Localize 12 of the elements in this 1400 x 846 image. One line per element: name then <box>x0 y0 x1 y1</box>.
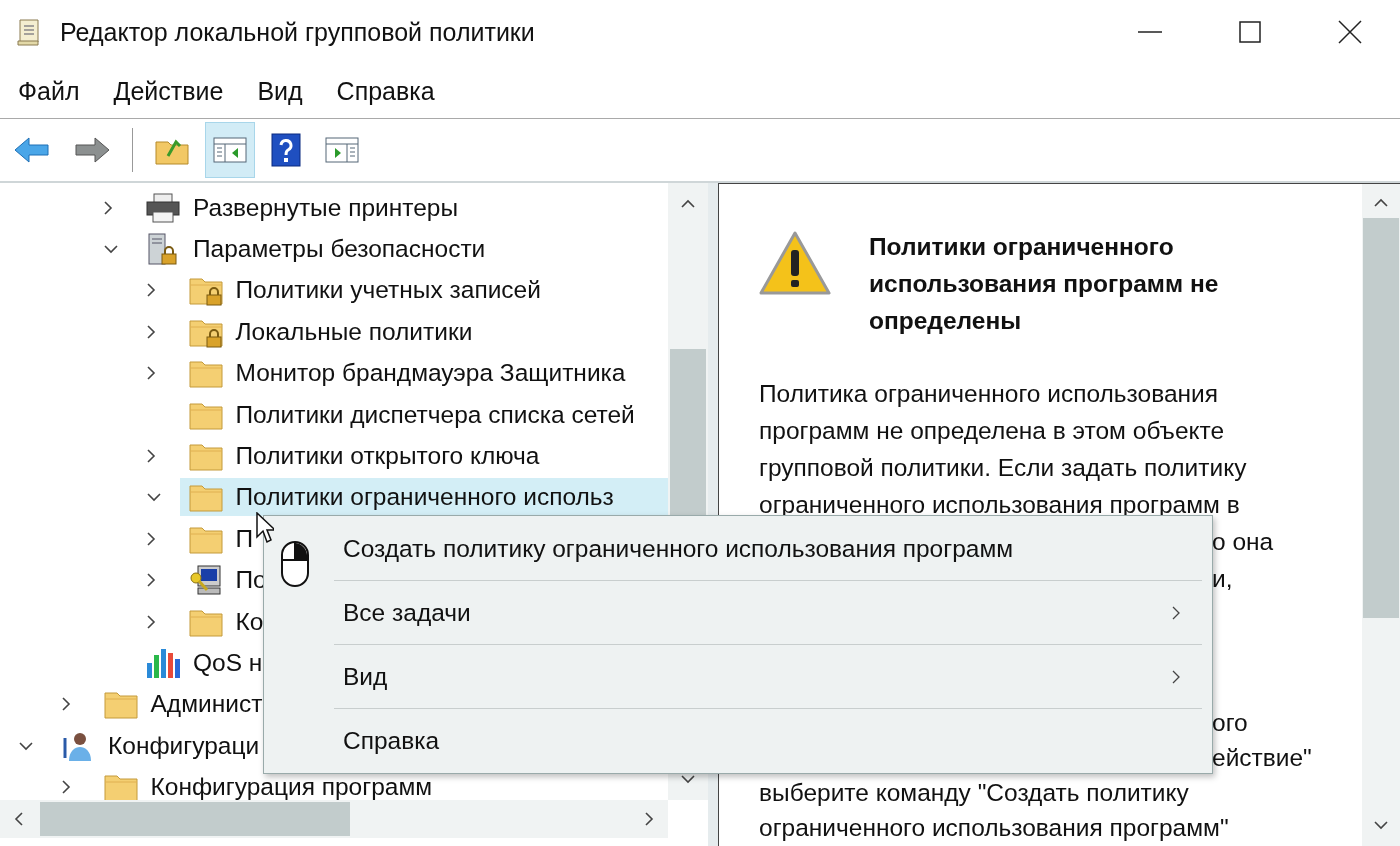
window-title: Редактор локальной групповой политики <box>60 17 535 47</box>
heading: Политики ограниченного использования программ не определены <box>869 232 1220 336</box>
text-line: выберите команду "Создать политику <box>759 779 1189 806</box>
text-line: ограниченного использования программ в <box>759 491 1240 518</box>
text-line: о она <box>1212 528 1274 555</box>
text-line: ействие" <box>1212 744 1312 771</box>
text-line: программ не определена в этом объекте <box>759 417 1225 444</box>
text-line: и, <box>1212 565 1233 592</box>
text-line: ограниченного использования программ" <box>759 814 1229 841</box>
text-line: групповой политики. Если задать политику <box>759 454 1247 481</box>
text-line: ого <box>1212 709 1248 736</box>
text-line: Политика ограниченного использования <box>759 380 1218 407</box>
